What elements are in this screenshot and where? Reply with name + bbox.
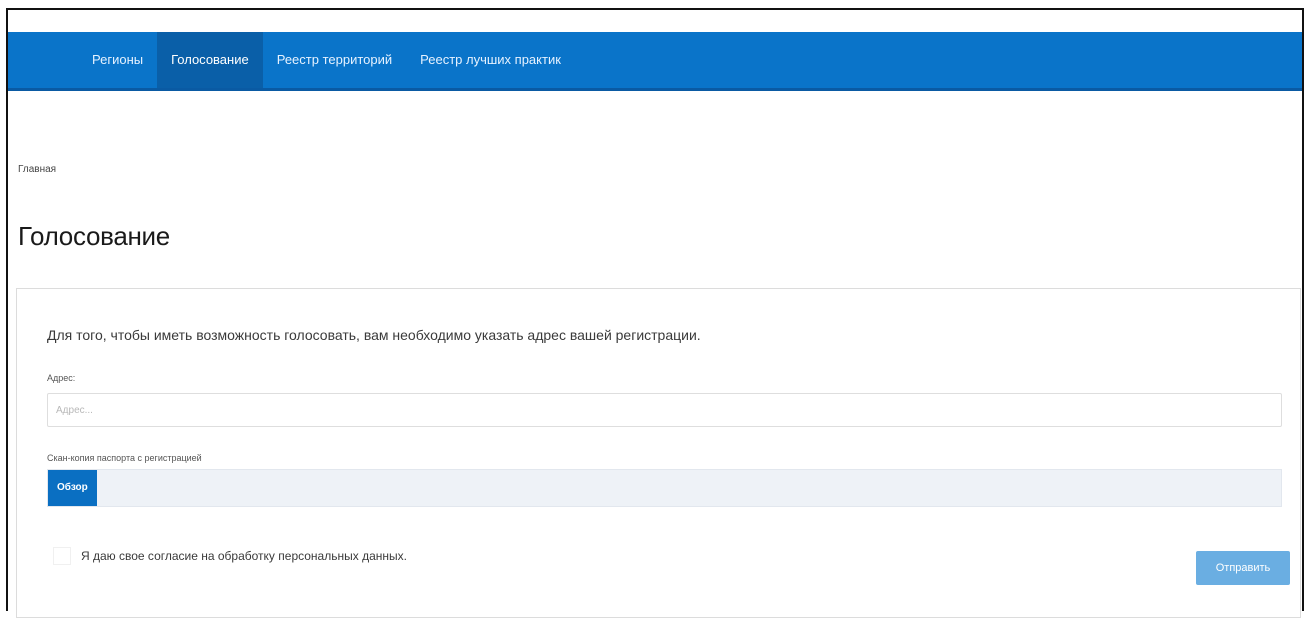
- passport-scan-label: Скан-копия паспорта с регистрацией: [47, 453, 202, 463]
- voting-form-panel: Для того, чтобы иметь возможность голосо…: [16, 288, 1301, 618]
- address-input[interactable]: [47, 393, 1282, 427]
- browse-button[interactable]: Обзор: [48, 470, 97, 506]
- top-navbar: Регионы Голосование Реестр территорий Ре…: [8, 32, 1302, 91]
- address-label: Адрес:: [47, 373, 76, 383]
- consent-label: Я даю свое согласие на обработку персона…: [81, 549, 407, 563]
- form-intro-text: Для того, чтобы иметь возможность голосо…: [47, 327, 701, 343]
- page-title: Голосование: [18, 221, 170, 251]
- passport-scan-file-field[interactable]: Обзор: [47, 469, 1282, 507]
- submit-button[interactable]: Отправить: [1196, 551, 1290, 585]
- nav-item-regions[interactable]: Регионы: [78, 32, 157, 88]
- breadcrumb-home-link[interactable]: Главная: [18, 164, 56, 175]
- nav-item-voting[interactable]: Голосование: [157, 32, 263, 88]
- nav-item-best-practices-registry[interactable]: Реестр лучших практик: [406, 32, 575, 88]
- consent-checkbox[interactable]: [53, 547, 71, 565]
- page-frame: Регионы Голосование Реестр территорий Ре…: [6, 8, 1304, 618]
- nav-menu: Регионы Голосование Реестр территорий Ре…: [78, 32, 575, 88]
- consent-row: Я даю свое согласие на обработку персона…: [53, 547, 407, 565]
- nav-item-territory-registry[interactable]: Реестр территорий: [263, 32, 406, 88]
- breadcrumb: Главная: [18, 164, 56, 175]
